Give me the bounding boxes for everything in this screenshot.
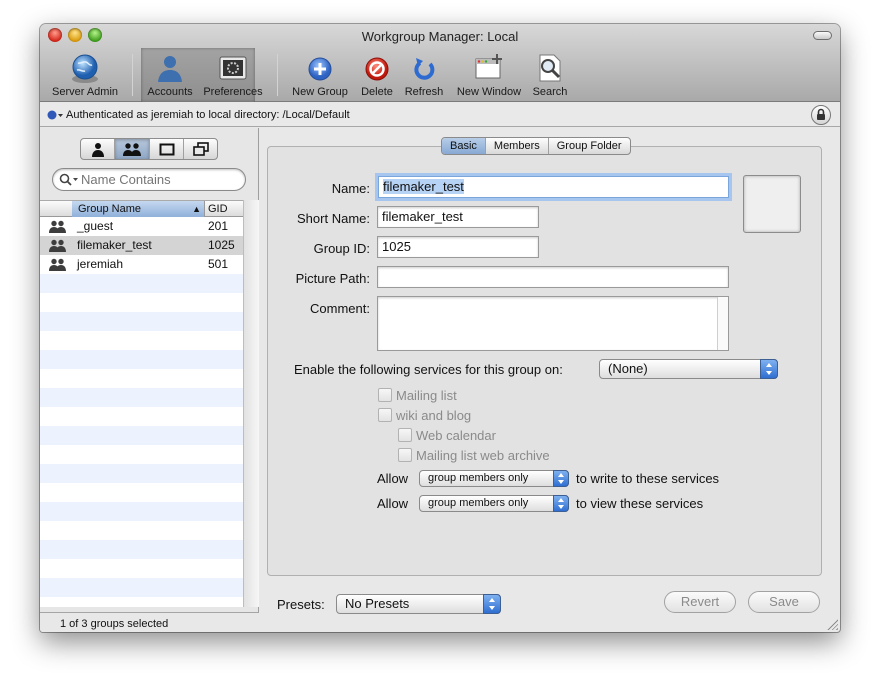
computer-group-icon	[192, 142, 209, 156]
refresh-icon	[408, 52, 440, 84]
delete-icon	[361, 52, 393, 84]
allow-view-label: Allow	[377, 496, 409, 511]
tab-basic[interactable]: Basic	[442, 138, 486, 154]
name-label: Name:	[331, 181, 370, 196]
view-suffix: to view these services	[576, 496, 704, 511]
new-window-icon	[473, 52, 505, 84]
name-search-field[interactable]	[52, 168, 246, 191]
popup-arrows-icon	[760, 359, 778, 379]
view-permission-popup[interactable]: group members only	[419, 495, 569, 512]
groups-tab[interactable]	[115, 139, 150, 159]
comment-label: Comment:	[310, 301, 370, 316]
user-icon	[92, 143, 104, 157]
column-gid[interactable]: GID	[206, 201, 228, 217]
sort-ascending-icon: ▲	[192, 204, 201, 214]
picture-path-field[interactable]	[377, 266, 729, 288]
list-row-selected[interactable]: filemaker_test 1025	[40, 236, 243, 255]
mailing-archive-label: Mailing list web archive	[416, 448, 550, 463]
mailing-list-checkbox[interactable]	[378, 388, 392, 402]
title-bar: Workgroup Manager: Local Server Admin Ac…	[40, 24, 840, 102]
group-list: _guest 201 filemaker_test 1025 jeremiah …	[40, 217, 243, 607]
comment-scrollbar[interactable]	[717, 297, 728, 350]
person-icon	[154, 52, 186, 84]
computer-groups-tab[interactable]	[184, 139, 217, 159]
services-popup[interactable]: (None)	[599, 359, 778, 379]
picture-path-label: Picture Path:	[295, 271, 370, 286]
short-name-label: Short Name:	[297, 211, 370, 226]
presets-label: Presets:	[277, 597, 325, 612]
web-calendar-checkbox[interactable]	[398, 428, 412, 442]
comment-field[interactable]	[377, 296, 729, 351]
refresh-button[interactable]: Refresh	[400, 52, 448, 100]
services-label: Enable the following services for this g…	[294, 362, 563, 377]
sidebar-status-bar: 1 of 3 groups selected	[40, 612, 259, 632]
group-icon	[49, 239, 66, 252]
search-button[interactable]: Search	[527, 52, 573, 100]
group-icon	[49, 220, 66, 233]
name-field[interactable]: filemaker_test	[378, 176, 729, 198]
detail-tabs: Basic Members Group Folder	[441, 137, 631, 155]
computers-tab[interactable]	[150, 139, 184, 159]
selection-count: 1 of 3 groups selected	[60, 618, 169, 630]
preferences-icon	[217, 52, 249, 84]
tab-members[interactable]: Members	[486, 138, 549, 154]
delete-button[interactable]: Delete	[354, 52, 400, 100]
auth-bar: Authenticated as jeremiah to local direc…	[40, 103, 840, 127]
column-group-name[interactable]: Group Name ▲	[72, 201, 205, 217]
group-id-label: Group ID:	[313, 241, 370, 256]
lock-button[interactable]	[811, 105, 831, 125]
mailing-list-label: Mailing list	[396, 388, 457, 403]
auth-status-text: Authenticated as jeremiah to local direc…	[66, 109, 350, 121]
new-group-button[interactable]: New Group	[288, 52, 352, 100]
globe-icon	[69, 52, 101, 84]
save-button[interactable]: Save	[748, 591, 820, 613]
write-permission-popup[interactable]: group members only	[419, 470, 569, 487]
wiki-blog-checkbox[interactable]	[378, 408, 392, 422]
list-row[interactable]: jeremiah 501	[40, 255, 243, 274]
search-input[interactable]	[81, 172, 231, 187]
main-window: Workgroup Manager: Local Server Admin Ac…	[40, 24, 840, 632]
short-name-field[interactable]: filemaker_test	[377, 206, 539, 228]
account-type-selector	[80, 138, 218, 160]
list-row[interactable]: _guest 201	[40, 217, 243, 236]
web-calendar-label: Web calendar	[416, 428, 496, 443]
popup-arrows-icon	[553, 470, 569, 487]
new-window-button[interactable]: New Window	[451, 52, 527, 100]
toolbar-separator	[132, 54, 133, 96]
popup-arrows-icon	[553, 495, 569, 512]
group-picture-well[interactable]	[743, 175, 801, 233]
popup-arrows-icon	[483, 594, 501, 614]
mailing-archive-checkbox[interactable]	[398, 448, 412, 462]
presets-popup[interactable]: No Presets	[336, 594, 501, 614]
users-tab[interactable]	[81, 139, 116, 159]
tab-group-folder[interactable]: Group Folder	[549, 138, 630, 154]
search-icon	[59, 173, 78, 186]
computer-icon	[159, 143, 174, 156]
revert-button[interactable]: Revert	[664, 591, 736, 613]
group-icon	[49, 258, 66, 271]
list-header: Group Name ▲ GID	[40, 200, 243, 217]
toolbar-toggle-button[interactable]	[813, 31, 832, 40]
window-title: Workgroup Manager: Local	[361, 29, 519, 44]
group-icon	[123, 143, 142, 156]
magnifier-icon	[534, 52, 566, 84]
directory-globe-icon[interactable]	[47, 109, 63, 121]
allow-write-label: Allow	[377, 471, 409, 486]
list-scrollbar[interactable]	[243, 200, 259, 607]
sidebar: Group Name ▲ GID _guest 201 filemaker_te…	[40, 128, 259, 632]
accounts-button[interactable]: Accounts	[141, 52, 199, 100]
write-suffix: to write to these services	[576, 471, 720, 486]
group-id-field[interactable]: 1025	[377, 236, 539, 258]
wiki-blog-label: wiki and blog	[396, 408, 472, 423]
server-admin-button[interactable]: Server Admin	[46, 52, 124, 100]
plus-icon	[304, 52, 336, 84]
resize-grip[interactable]	[827, 619, 838, 630]
preferences-button[interactable]: Preferences	[200, 52, 266, 100]
lock-icon	[817, 108, 825, 120]
toolbar-separator	[277, 54, 278, 96]
